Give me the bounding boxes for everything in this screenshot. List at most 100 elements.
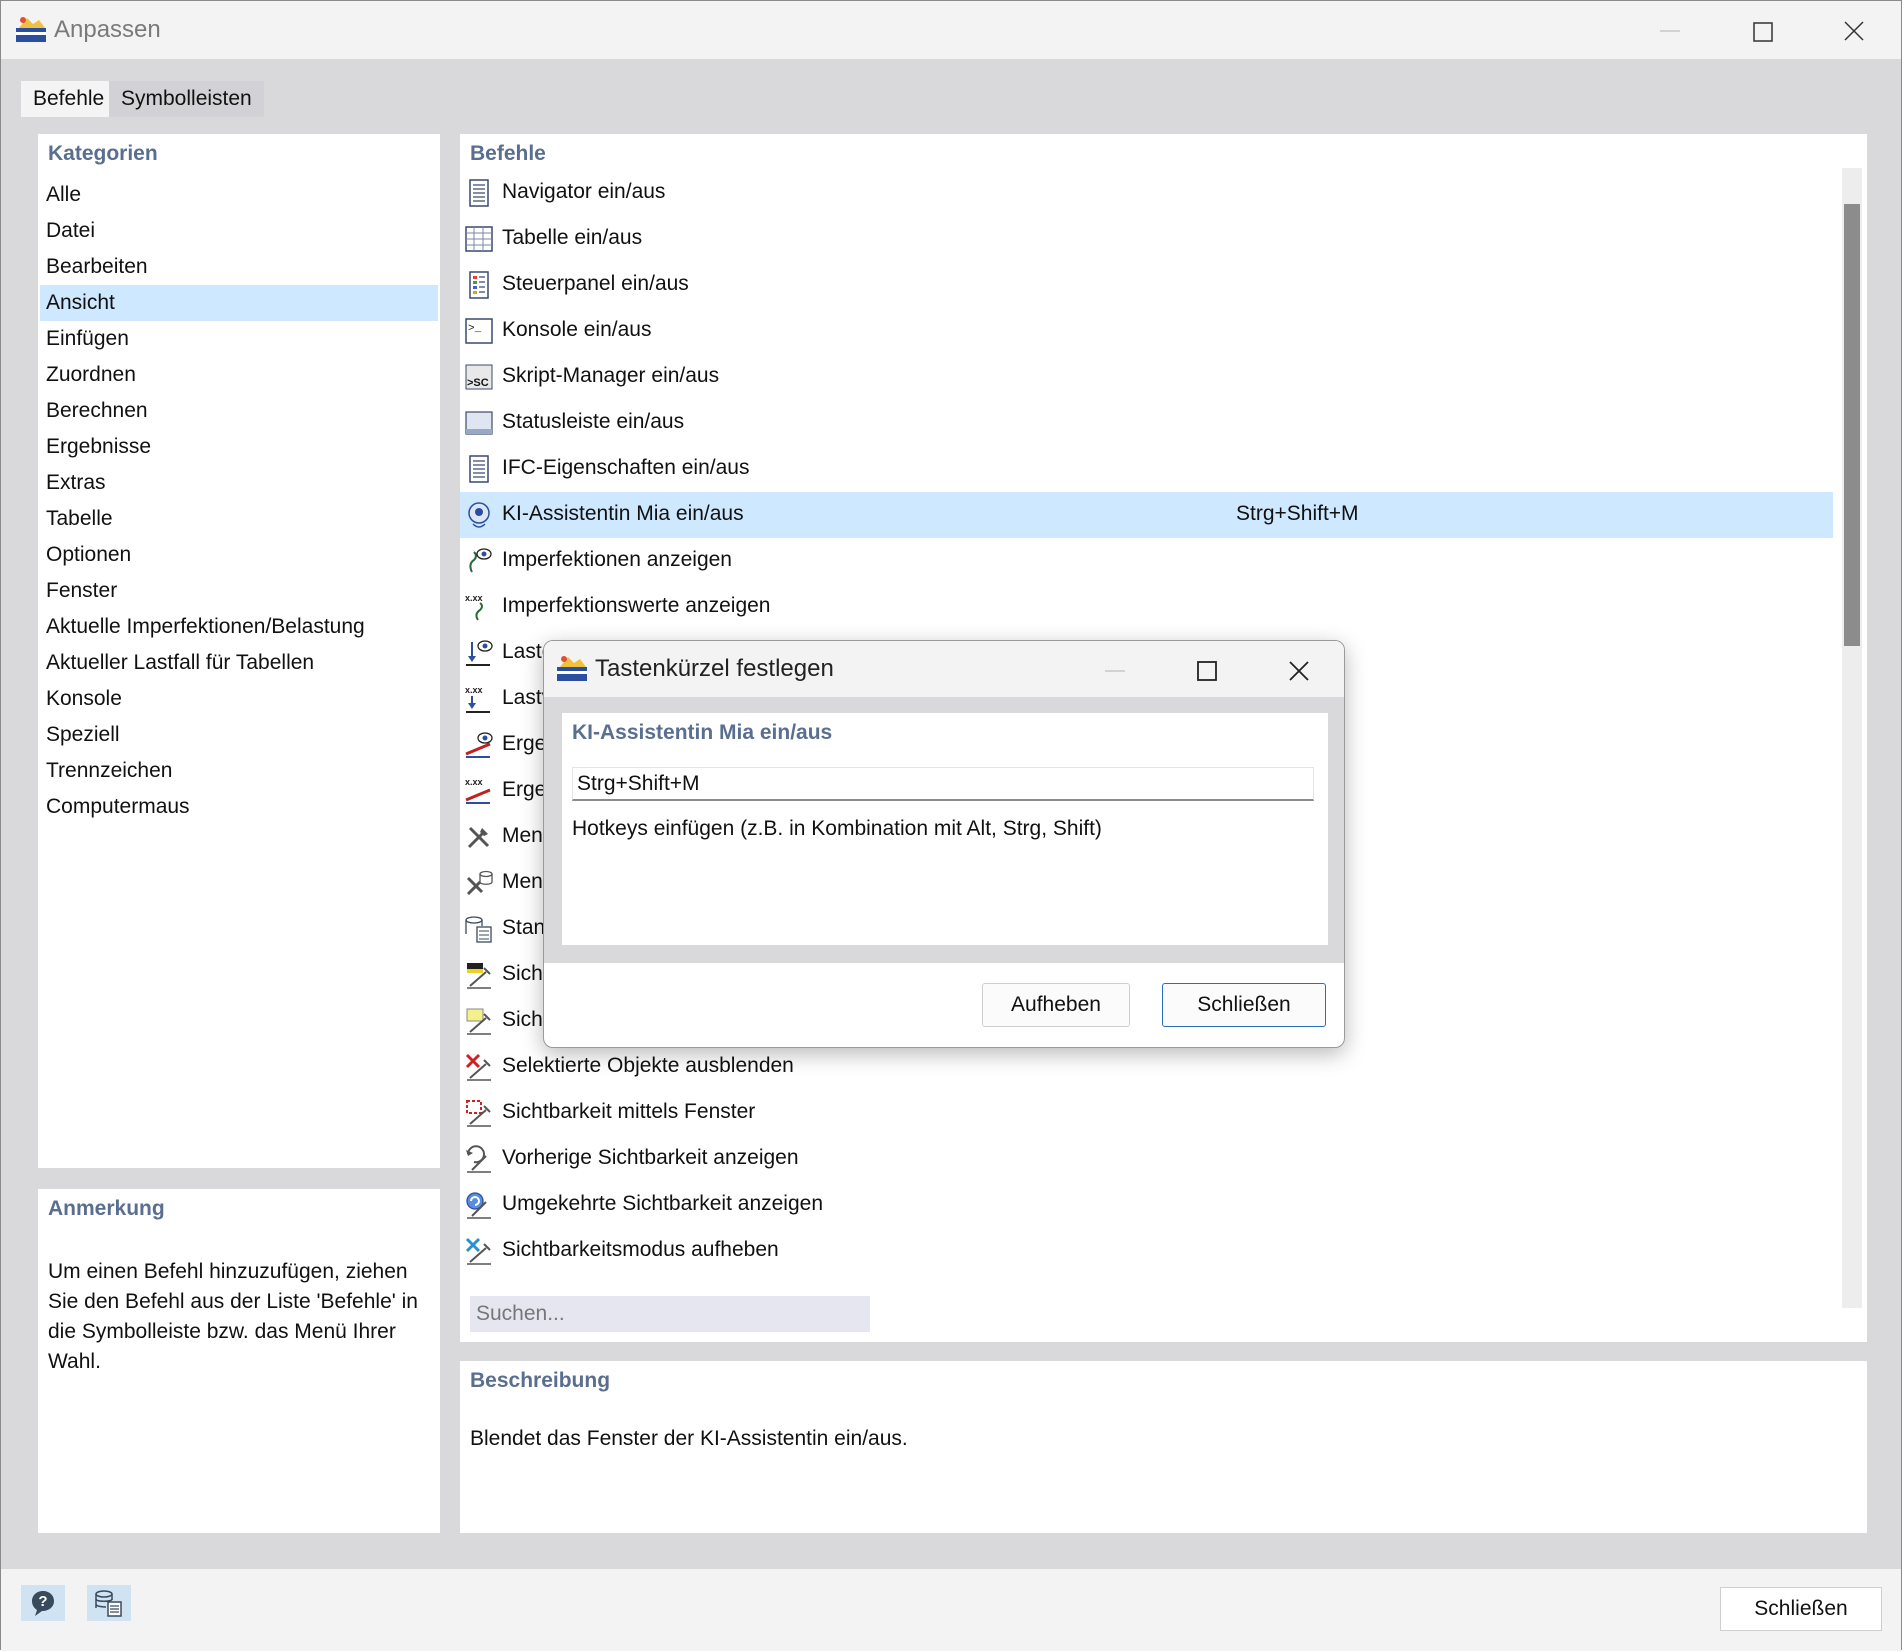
command-label: Selektierte Objekte ausblenden	[502, 1054, 794, 1077]
navigator-icon	[469, 179, 489, 207]
results-icon	[465, 732, 493, 758]
ifc-properties-icon	[469, 455, 489, 483]
app-icon	[16, 17, 46, 42]
note-text: Um einen Befehl hinzuzufügen, ziehen Sie…	[48, 1260, 418, 1373]
command-item[interactable]: Tabelle ein/aus	[460, 216, 1833, 262]
svg-text:x.xx: x.xx	[465, 777, 483, 787]
category-item[interactable]: Aktueller Lastfall für Tabellen	[40, 645, 438, 681]
command-item[interactable]: IFC-Eigenschaften ein/aus	[460, 446, 1833, 492]
command-label: IFC-Eigenschaften ein/aus	[502, 456, 750, 479]
category-item[interactable]: Ansicht	[40, 285, 438, 321]
category-item[interactable]: Extras	[40, 465, 438, 501]
maximize-icon	[1753, 22, 1773, 42]
statusbar-icon	[465, 411, 493, 435]
cancel-button[interactable]: Aufheben	[982, 983, 1130, 1027]
command-item[interactable]: Steuerpanel ein/aus	[460, 262, 1833, 308]
dialog-app-icon	[557, 656, 587, 681]
categories-panel: Kategorien Alle Datei Bearbeiten Ansicht Ein…	[38, 134, 440, 1168]
commands-scrollbar-thumb[interactable]	[1844, 204, 1860, 646]
cancel-visibility-icon	[465, 1237, 491, 1265]
command-item[interactable]: Sichtbarkeitsmodus aufheben	[460, 1228, 1833, 1274]
category-item[interactable]: Fenster	[40, 573, 438, 609]
command-label: Statusleiste ein/aus	[502, 410, 685, 433]
console-icon: >_	[465, 318, 493, 344]
category-item[interactable]: Aktuelle Imperfektionen/Belastung	[40, 609, 438, 645]
category-item[interactable]: Tabelle	[40, 501, 438, 537]
command-item[interactable]: x.xx Imperfektionswerte anzeigen	[460, 584, 1833, 630]
category-item[interactable]: Datei	[40, 213, 438, 249]
help-button[interactable]: ?	[21, 1585, 65, 1621]
command-label: Sichtbarkeit mittels Fenster	[502, 1100, 756, 1123]
command-item[interactable]: Selektierte Objekte ausblenden	[460, 1044, 1833, 1090]
command-item[interactable]: >_ Konsole ein/aus	[460, 308, 1833, 354]
previous-visibility-icon	[466, 1145, 491, 1173]
svg-text:>_: >_	[468, 323, 482, 335]
minimize-button[interactable]	[1624, 1, 1716, 59]
note-heading: Anmerkung	[48, 1197, 165, 1220]
close-window-button[interactable]	[1808, 1, 1900, 59]
tab-befehle[interactable]: Befehle	[21, 81, 117, 117]
category-item[interactable]: Berechnen	[40, 393, 438, 429]
category-item[interactable]: Konsole	[40, 681, 438, 717]
command-item[interactable]: >SC Skript-Manager ein/aus	[460, 354, 1833, 400]
bottom-bar: ? Schließen	[1, 1569, 1901, 1651]
tab-symbolleisten[interactable]: Symbolleisten	[109, 81, 264, 117]
command-item[interactable]: Statusleiste ein/aus	[460, 400, 1833, 446]
category-item[interactable]: Ergebnisse	[40, 429, 438, 465]
visibility-select-icon	[466, 1008, 491, 1035]
category-item[interactable]: Trennzeichen	[40, 753, 438, 789]
command-label: Imperfektionen anzeigen	[502, 548, 732, 571]
category-item[interactable]: Speziell	[40, 717, 438, 753]
command-label: Sicht	[502, 1008, 549, 1031]
search-input[interactable]	[470, 1296, 870, 1332]
description-heading: Beschreibung	[470, 1369, 611, 1392]
visibility-window-icon	[466, 1100, 491, 1127]
dialog-content: KI-Assistentin Mia ein/aus Hotkeys einfü…	[562, 713, 1328, 945]
command-item[interactable]: Vorherige Sichtbarkeit anzeigen	[460, 1136, 1833, 1182]
hotkey-input[interactable]	[572, 767, 1314, 801]
maximize-button[interactable]	[1716, 1, 1808, 59]
dialog-maximize-button[interactable]	[1161, 641, 1253, 699]
command-item[interactable]: Navigator ein/aus	[460, 170, 1833, 216]
category-item[interactable]: Bearbeiten	[40, 249, 438, 285]
command-item[interactable]: Umgekehrte Sichtbarkeit anzeigen	[460, 1182, 1833, 1228]
command-shortcut: Strg+Shift+M	[1236, 502, 1359, 525]
dialog-close-window-button[interactable]	[1253, 641, 1344, 699]
command-label: Sicht	[502, 962, 549, 985]
result-values-icon: x.xx	[465, 777, 491, 804]
standard-icon	[465, 916, 492, 943]
ai-assistant-icon	[468, 502, 490, 528]
command-item[interactable]: Sichtbarkeit mittels Fenster	[460, 1090, 1833, 1136]
title-bar: Anpassen	[1, 1, 1901, 59]
close-icon	[1289, 661, 1309, 681]
svg-text:?: ?	[38, 1593, 47, 1610]
database-button[interactable]	[87, 1585, 131, 1621]
description-text: Blendet das Fenster der KI-Assistentin e…	[470, 1427, 908, 1450]
command-label: Sichtbarkeitsmodus aufheben	[502, 1238, 779, 1261]
imperfection-values-icon: x.xx	[465, 593, 483, 621]
tools-icon	[467, 826, 490, 849]
command-label: KI-Assistentin Mia ein/aus	[502, 502, 744, 525]
load-values-icon: x.xx	[465, 685, 490, 713]
command-label: Umgekehrte Sichtbarkeit anzeigen	[502, 1192, 824, 1215]
script-manager-icon: >SC	[465, 364, 493, 390]
command-label: Stan	[502, 916, 546, 939]
category-item[interactable]: Zuordnen	[40, 357, 438, 393]
category-item[interactable]: Einfügen	[40, 321, 438, 357]
svg-text:x.xx: x.xx	[465, 593, 483, 603]
control-panel-icon	[469, 271, 489, 299]
window-title: Anpassen	[54, 16, 161, 43]
command-label: Vorherige Sichtbarkeit anzeigen	[502, 1146, 799, 1169]
command-item[interactable]: Imperfektionen anzeigen	[460, 538, 1833, 584]
loads-icon	[466, 640, 493, 666]
command-label: Imperfektionswerte anzeigen	[502, 594, 771, 617]
close-button[interactable]: Schließen	[1720, 1587, 1882, 1631]
dialog-close-button[interactable]: Schließen	[1162, 983, 1326, 1027]
category-item[interactable]: Alle	[40, 177, 438, 213]
command-label: Navigator ein/aus	[502, 180, 666, 203]
category-item[interactable]: Optionen	[40, 537, 438, 573]
category-item[interactable]: Computermaus	[40, 789, 438, 825]
dialog-minimize-button[interactable]	[1069, 641, 1161, 699]
database-icon	[95, 1590, 122, 1617]
command-item[interactable]: KI-Assistentin Mia ein/aus Strg+Shift+M	[460, 492, 1833, 538]
